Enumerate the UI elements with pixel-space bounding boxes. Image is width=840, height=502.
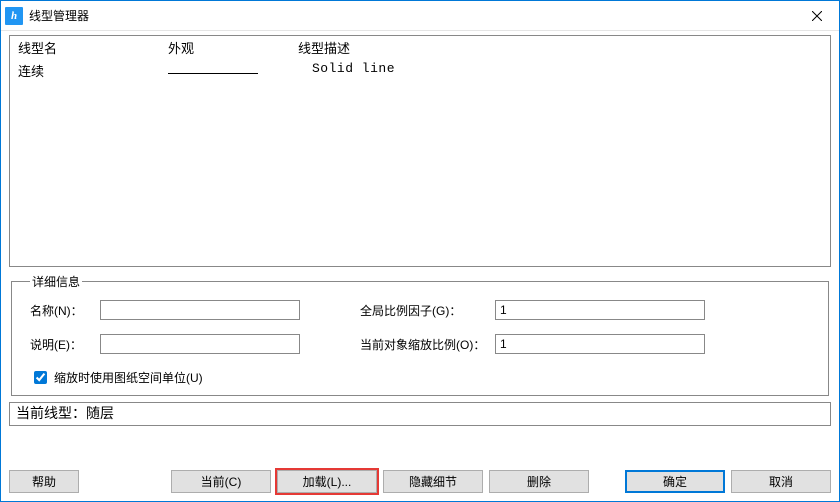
global-scale-label: 全局比例因子(G)： bbox=[360, 302, 495, 319]
app-icon: h bbox=[5, 7, 23, 25]
name-label: 名称(N)： bbox=[30, 302, 100, 319]
titlebar: h 线型管理器 bbox=[1, 1, 839, 31]
cancel-button[interactable]: 取消 bbox=[731, 470, 831, 493]
row-description: Solid line bbox=[298, 61, 822, 80]
details-legend: 详细信息 bbox=[30, 273, 82, 290]
paper-units-checkbox[interactable] bbox=[34, 371, 47, 384]
row-name: 连续 bbox=[18, 61, 168, 80]
hide-details-button[interactable]: 隐藏细节 bbox=[383, 470, 483, 493]
desc-input[interactable] bbox=[100, 334, 300, 354]
details-fieldset: 详细信息 名称(N)： 全局比例因子(G)： 说明(E)： 当前对象缩放比例(O… bbox=[11, 273, 829, 396]
ok-button[interactable]: 确定 bbox=[625, 470, 725, 493]
paper-units-row: 缩放时使用图纸空间单位(U) bbox=[30, 368, 705, 387]
button-row: 帮助 当前(C) 加载(L)... 隐藏细节 删除 确定 取消 bbox=[9, 469, 831, 493]
dialog-body: 线型名 外观 线型描述 连续 Solid line 详细信息 名称(N)： 全局… bbox=[1, 31, 839, 426]
desc-label: 说明(E)： bbox=[30, 336, 100, 353]
load-button[interactable]: 加载(L)... bbox=[277, 470, 377, 493]
object-scale-input[interactable] bbox=[495, 334, 705, 354]
close-button[interactable] bbox=[794, 1, 839, 30]
details-grid: 名称(N)： 全局比例因子(G)： 说明(E)： 当前对象缩放比例(O)： 缩放… bbox=[30, 300, 818, 387]
current-linetype-value: 随层 bbox=[86, 407, 114, 422]
list-row[interactable]: 连续 Solid line bbox=[10, 59, 830, 82]
current-button[interactable]: 当前(C) bbox=[171, 470, 271, 493]
paper-units-label[interactable]: 缩放时使用图纸空间单位(U) bbox=[54, 369, 203, 386]
list-header: 线型名 外观 线型描述 bbox=[10, 36, 830, 59]
current-linetype-label: 当前线型： bbox=[16, 407, 86, 422]
row-appearance bbox=[168, 61, 298, 80]
title-left: h 线型管理器 bbox=[5, 7, 89, 25]
close-icon bbox=[812, 11, 822, 21]
header-description[interactable]: 线型描述 bbox=[298, 38, 822, 57]
global-scale-input[interactable] bbox=[495, 300, 705, 320]
help-button[interactable]: 帮助 bbox=[9, 470, 79, 493]
current-linetype-box: 当前线型：随层 bbox=[9, 402, 831, 426]
linetype-list[interactable]: 线型名 外观 线型描述 连续 Solid line bbox=[9, 35, 831, 267]
header-appearance[interactable]: 外观 bbox=[168, 38, 298, 57]
line-sample-icon bbox=[168, 73, 258, 74]
window-title: 线型管理器 bbox=[29, 7, 89, 24]
header-name[interactable]: 线型名 bbox=[18, 38, 168, 57]
object-scale-label: 当前对象缩放比例(O)： bbox=[360, 336, 495, 353]
name-input[interactable] bbox=[100, 300, 300, 320]
linetype-manager-window: h 线型管理器 线型名 外观 线型描述 连续 Solid line 详细信息 bbox=[0, 0, 840, 502]
delete-button[interactable]: 删除 bbox=[489, 470, 589, 493]
